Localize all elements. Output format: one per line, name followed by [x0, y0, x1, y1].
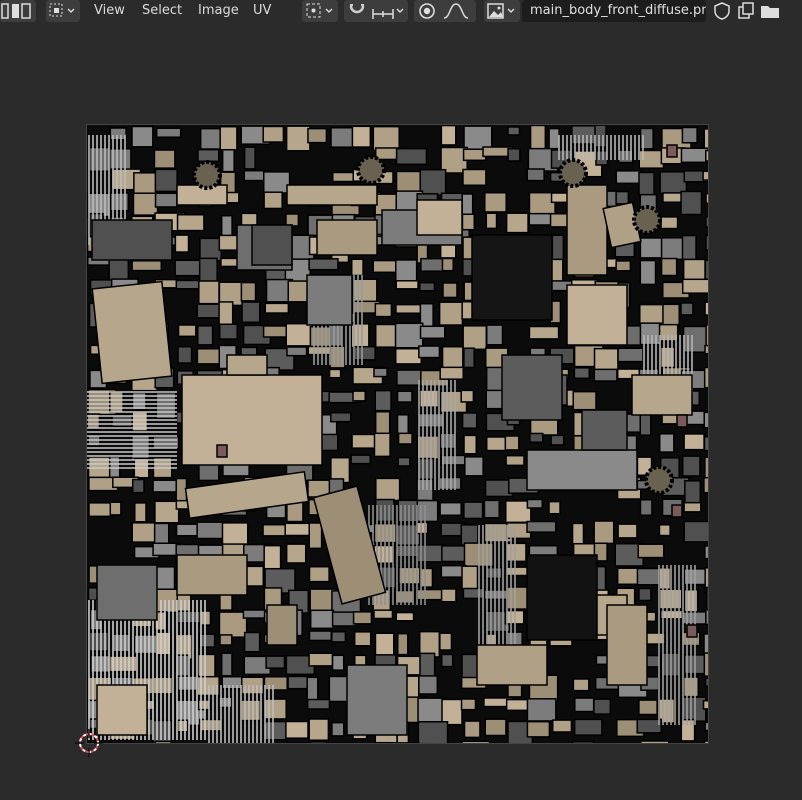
image-name-field[interactable]: main_body_front_diffuse.png — [522, 0, 706, 22]
snap-group — [344, 0, 408, 22]
duplicate-icon[interactable] — [735, 0, 757, 22]
proportional-editing-group — [414, 0, 476, 22]
shield-icon[interactable] — [711, 0, 733, 22]
proportional-edit-icon[interactable] — [414, 0, 440, 22]
snap-magnet-icon[interactable] — [344, 0, 370, 22]
uv-select-mode-icon — [49, 3, 75, 17]
pivot-point-button[interactable] — [302, 0, 338, 22]
image-browse-icon — [487, 3, 515, 19]
snap-increment-icon[interactable] — [370, 0, 408, 22]
menu-image[interactable]: Image — [198, 2, 239, 20]
menu-uv[interactable]: UV — [253, 2, 271, 20]
uv-editor-viewport[interactable] — [0, 22, 802, 800]
folder-icon[interactable] — [758, 0, 782, 22]
falloff-curve-icon[interactable] — [440, 0, 476, 22]
uv-select-mode-button[interactable] — [46, 0, 80, 22]
pivot-point-icon — [306, 3, 333, 18]
image-browse-button[interactable] — [484, 0, 520, 22]
editor-type-button[interactable] — [0, 0, 36, 22]
uv-texture-image — [87, 125, 708, 743]
2d-cursor-icon[interactable] — [75, 729, 103, 757]
image-editor-header: View Select Image UV main_body_front_dif… — [0, 0, 802, 22]
texture-atlas-drawing — [87, 125, 708, 743]
menu-view[interactable]: View — [94, 2, 125, 20]
image-editor-icon — [1, 3, 31, 19]
menu-select[interactable]: Select — [142, 2, 182, 20]
